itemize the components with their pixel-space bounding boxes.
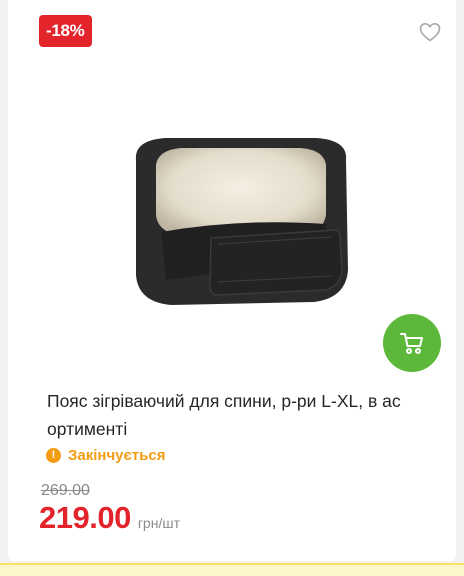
current-price: 219.00 <box>39 500 131 535</box>
product-image[interactable] <box>126 120 356 320</box>
price: 219.00 грн/шт <box>39 500 180 536</box>
stock-status-label: Закінчується <box>68 447 166 464</box>
bottom-bar <box>0 563 464 576</box>
add-to-cart-button[interactable] <box>383 314 441 372</box>
warning-icon: ! <box>46 448 61 463</box>
stock-status: ! Закінчується <box>46 447 165 464</box>
shopping-cart-icon <box>400 333 423 354</box>
heart-outline-icon <box>419 22 441 42</box>
product-title[interactable]: Пояс зігріваючий для спини, р-ри L-XL, в… <box>47 387 447 443</box>
discount-badge: -18% <box>39 15 92 47</box>
product-card[interactable]: -18% Пояс зігріваючий для спини, р-ри L-… <box>8 0 456 561</box>
old-price: 269.00 <box>41 482 90 499</box>
favorite-button[interactable] <box>418 20 442 44</box>
price-unit: грн/шт <box>137 515 180 531</box>
